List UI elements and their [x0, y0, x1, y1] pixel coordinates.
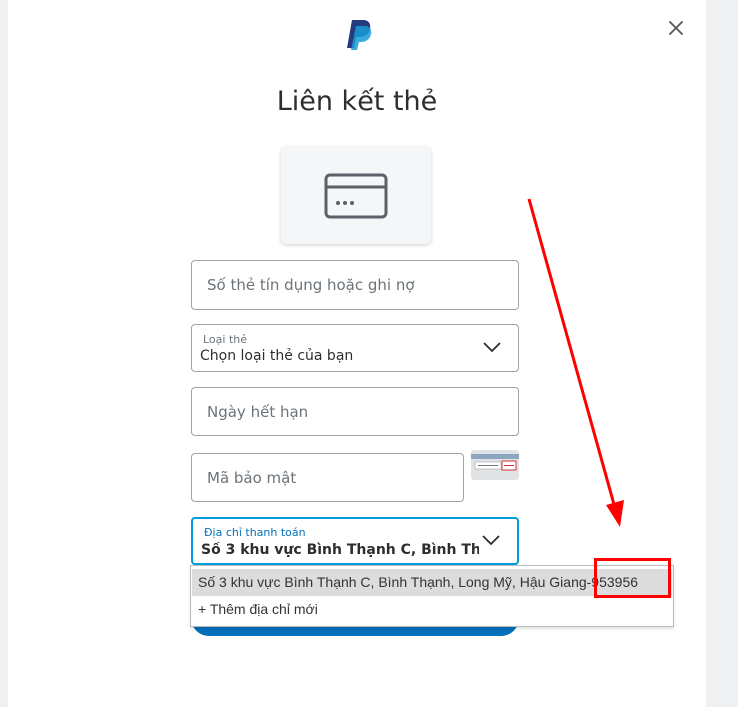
security-code-field[interactable]: Mã bảo mật [191, 453, 464, 502]
card-type-select[interactable]: Loại thẻ Chọn loại thẻ của bạn [191, 324, 519, 372]
expiry-placeholder: Ngày hết hạn [207, 402, 309, 421]
chevron-down-icon [483, 342, 501, 353]
credit-card-icon [324, 173, 388, 218]
billing-address-label: Địa chỉ thanh toán [204, 526, 306, 539]
close-button[interactable] [664, 16, 688, 40]
card-illustration [281, 147, 431, 244]
card-number-placeholder: Số thẻ tín dụng hoặc ghi nợ [207, 276, 415, 294]
annotation-highlight-box [594, 558, 671, 598]
card-type-value: Chọn loại thẻ của bạn [200, 348, 354, 364]
add-new-address-option[interactable]: + Thêm địa chỉ mới [192, 596, 672, 623]
card-type-label: Loại thẻ [203, 333, 248, 346]
card-number-field[interactable]: Số thẻ tín dụng hoặc ghi nợ [191, 260, 519, 310]
billing-address-value: Số 3 khu vực Bình Thạnh C, Bình Thạnh, L… [201, 542, 479, 558]
close-icon [669, 21, 683, 35]
cvv-card-icon [471, 450, 519, 480]
billing-address-select[interactable]: Địa chỉ thanh toán Số 3 khu vực Bình Thạ… [191, 517, 519, 565]
security-code-placeholder: Mã bảo mật [207, 468, 297, 487]
expiry-date-field[interactable]: Ngày hết hạn [191, 387, 519, 436]
page-title: Liên kết thẻ [276, 86, 438, 117]
chevron-down-icon [482, 535, 500, 546]
paypal-logo [347, 20, 372, 50]
